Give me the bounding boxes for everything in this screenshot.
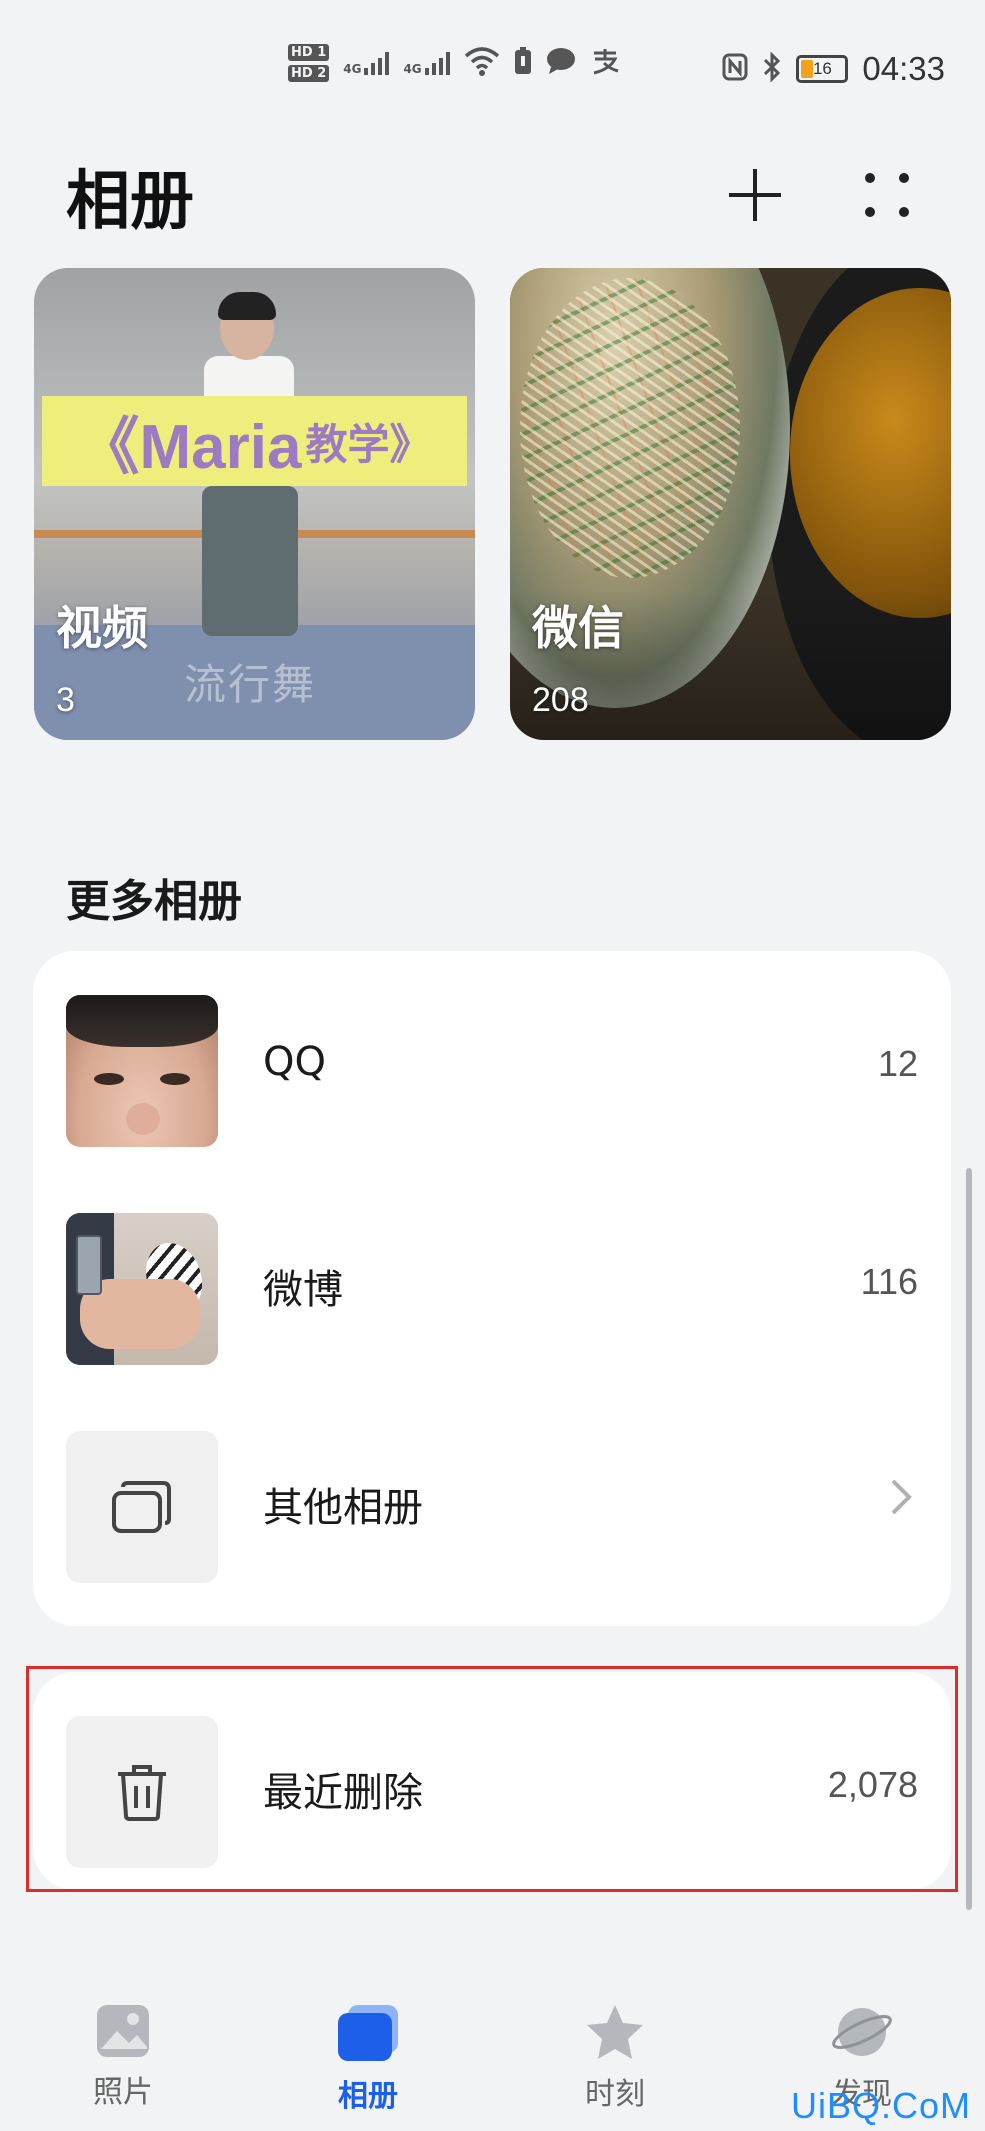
list-item-qq[interactable]: QQ 12	[33, 951, 951, 1169]
plus-icon	[729, 169, 781, 221]
album-card-wechat[interactable]: 微信 208	[510, 268, 951, 740]
nav-label: 相册	[338, 2079, 398, 2114]
signal-type-label: 4G	[343, 62, 362, 76]
video-banner-sub: 教学》	[305, 419, 432, 469]
clock: 04:33	[862, 50, 945, 87]
wifi-icon	[464, 46, 500, 80]
star-icon	[587, 2005, 643, 2059]
album-thumbnail-deleted	[66, 1716, 218, 1868]
section-title-more-albums: 更多相册	[66, 876, 242, 927]
album-count: 2,078	[827, 1764, 918, 1805]
video-watermark-text: 流行舞	[184, 660, 317, 709]
planet-icon	[832, 2008, 892, 2056]
album-count: 116	[860, 1261, 918, 1302]
video-banner: 《Maria 教学》	[42, 396, 467, 486]
signal-icon: 4G	[343, 50, 390, 76]
list-item-weibo[interactable]: 微博 116	[33, 1169, 951, 1387]
nav-tab-albums[interactable]: 相册	[288, 2003, 448, 2115]
photo-icon	[97, 2005, 149, 2057]
album-card-video[interactable]: 《Maria 教学》 流行舞 视频 3	[34, 268, 475, 740]
sim-icon	[514, 47, 532, 79]
status-icons-right: 16 04:33	[722, 50, 945, 88]
stacked-albums-icon	[112, 1481, 171, 1533]
video-banner-main: 《Maria	[77, 413, 302, 482]
message-icon	[546, 47, 576, 79]
battery-level: 16	[812, 59, 832, 78]
scrollbar[interactable]	[966, 1168, 972, 1910]
album-thumbnail-weibo	[66, 1213, 218, 1365]
list-item-recently-deleted[interactable]: 最近删除 2,078	[33, 1672, 951, 1890]
nav-tab-photos[interactable]: 照片	[43, 2003, 203, 2111]
hd1-badge: HD 1	[288, 44, 330, 61]
album-name: QQ	[263, 1039, 326, 1085]
nav-label: 时刻	[585, 2077, 645, 2112]
hd2-badge: HD 2	[288, 65, 330, 82]
add-album-button[interactable]	[720, 160, 790, 230]
page-title: 相册	[66, 165, 194, 239]
album-thumbnail-other	[66, 1431, 218, 1583]
album-name: 视频	[56, 601, 148, 655]
album-name: 最近删除	[263, 1770, 423, 1816]
album-thumbnail-qq	[66, 995, 218, 1147]
list-item-other-albums[interactable]: 其他相册	[33, 1387, 951, 1605]
nfc-icon	[722, 53, 748, 85]
album-cover-video: 《Maria 教学》 流行舞	[34, 268, 475, 740]
album-count: 208	[532, 681, 589, 719]
site-watermark: UiBQ.CoM	[790, 2085, 971, 2126]
more-options-button[interactable]	[852, 160, 922, 230]
album-count: 12	[877, 1043, 918, 1084]
album-icon	[338, 2005, 398, 2061]
more-albums-list: QQ 12 微博 116 其他相册	[33, 951, 951, 1626]
album-name: 微博	[263, 1267, 343, 1313]
signal-icon-2: 4G	[403, 50, 450, 76]
alipay-icon	[590, 47, 620, 79]
more-dots-icon	[865, 173, 909, 217]
album-name: 微信	[532, 601, 624, 655]
status-bar: HD 1 HD 2 4G 4G 16 04:33	[0, 0, 985, 140]
nav-label: 照片	[93, 2075, 153, 2110]
status-icons-left: HD 1 HD 2 4G 4G	[288, 44, 620, 82]
trash-icon	[118, 1765, 166, 1821]
nav-tab-moments[interactable]: 时刻	[535, 2003, 695, 2113]
recently-deleted-row: 最近删除 2,078	[33, 1672, 951, 1890]
album-count: 3	[56, 681, 75, 719]
battery-icon: 16	[796, 55, 849, 83]
signal-type-label-2: 4G	[403, 62, 422, 76]
album-name: 其他相册	[263, 1485, 423, 1531]
bluetooth-icon	[762, 51, 782, 86]
hd-indicator: HD 1 HD 2	[288, 44, 330, 82]
album-cover-wechat	[510, 268, 951, 740]
chevron-right-icon	[889, 1477, 913, 1521]
